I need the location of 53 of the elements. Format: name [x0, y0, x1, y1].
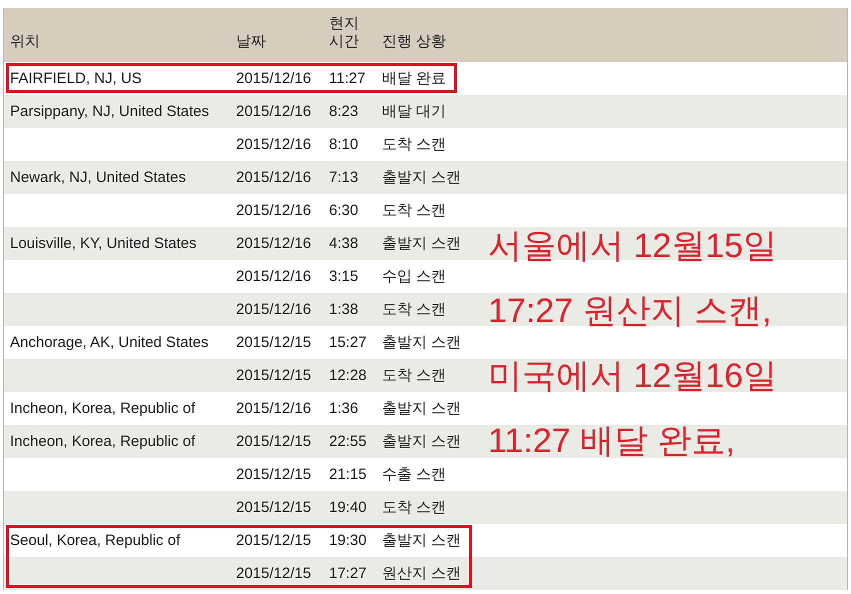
date-cell: 2015/12/16 [230, 95, 323, 128]
date-cell: 2015/12/16 [230, 260, 323, 293]
time-cell: 8:10 [323, 128, 376, 161]
date-cell: 2015/12/15 [230, 557, 323, 590]
location-cell: Newark, NJ, United States [4, 161, 230, 194]
time-cell: 11:27 [323, 62, 376, 95]
status-cell: 출발지 스캔 [376, 161, 847, 194]
status-cell: 배달 완료 [376, 62, 847, 95]
status-cell: 도착 스캔 [376, 128, 847, 161]
column-header: 날짜 [230, 8, 323, 62]
date-cell: 2015/12/16 [230, 227, 323, 260]
status-cell: 도착 스캔 [376, 491, 847, 524]
location-cell: FAIRFIELD, NJ, US [4, 62, 230, 95]
time-cell: 7:13 [323, 161, 376, 194]
location-cell: Anchorage, AK, United States [4, 326, 230, 359]
time-cell: 3:15 [323, 260, 376, 293]
annotation-text: 서울에서 12월15일 [488, 226, 778, 267]
date-cell: 2015/12/16 [230, 392, 323, 425]
status-cell: 도착 스캔 [376, 194, 847, 227]
date-cell: 2015/12/15 [230, 524, 323, 557]
time-cell: 4:38 [323, 227, 376, 260]
date-cell: 2015/12/16 [230, 194, 323, 227]
location-cell: Parsippany, NJ, United States [4, 95, 230, 128]
status-cell: 출발지 스캔 [376, 524, 847, 557]
time-cell: 19:40 [323, 491, 376, 524]
time-cell: 21:15 [323, 458, 376, 491]
time-cell: 19:30 [323, 524, 376, 557]
time-cell: 1:36 [323, 392, 376, 425]
status-cell: 원산지 스캔 [376, 557, 847, 590]
time-cell: 17:27 [323, 557, 376, 590]
location-cell: Incheon, Korea, Republic of [4, 392, 230, 425]
location-cell: Louisville, KY, United States [4, 227, 230, 260]
time-cell: 12:28 [323, 359, 376, 392]
time-cell: 15:27 [323, 326, 376, 359]
location-cell: Seoul, Korea, Republic of [4, 524, 230, 557]
time-cell: 6:30 [323, 194, 376, 227]
time-cell: 22:55 [323, 425, 376, 458]
date-cell: 2015/12/15 [230, 326, 323, 359]
column-header: 진행 상황 [376, 8, 847, 62]
date-cell: 2015/12/15 [230, 491, 323, 524]
status-cell: 배달 대기 [376, 95, 847, 128]
column-header: 현지 시간 [323, 8, 376, 62]
date-cell: 2015/12/15 [230, 425, 323, 458]
date-cell: 2015/12/16 [230, 161, 323, 194]
date-cell: 2015/12/16 [230, 293, 323, 326]
date-cell: 2015/12/16 [230, 62, 323, 95]
column-header: 위치 [4, 8, 230, 62]
time-cell: 1:38 [323, 293, 376, 326]
date-cell: 2015/12/15 [230, 458, 323, 491]
location-cell: Incheon, Korea, Republic of [4, 425, 230, 458]
date-cell: 2015/12/16 [230, 128, 323, 161]
time-cell: 8:23 [323, 95, 376, 128]
date-cell: 2015/12/15 [230, 359, 323, 392]
